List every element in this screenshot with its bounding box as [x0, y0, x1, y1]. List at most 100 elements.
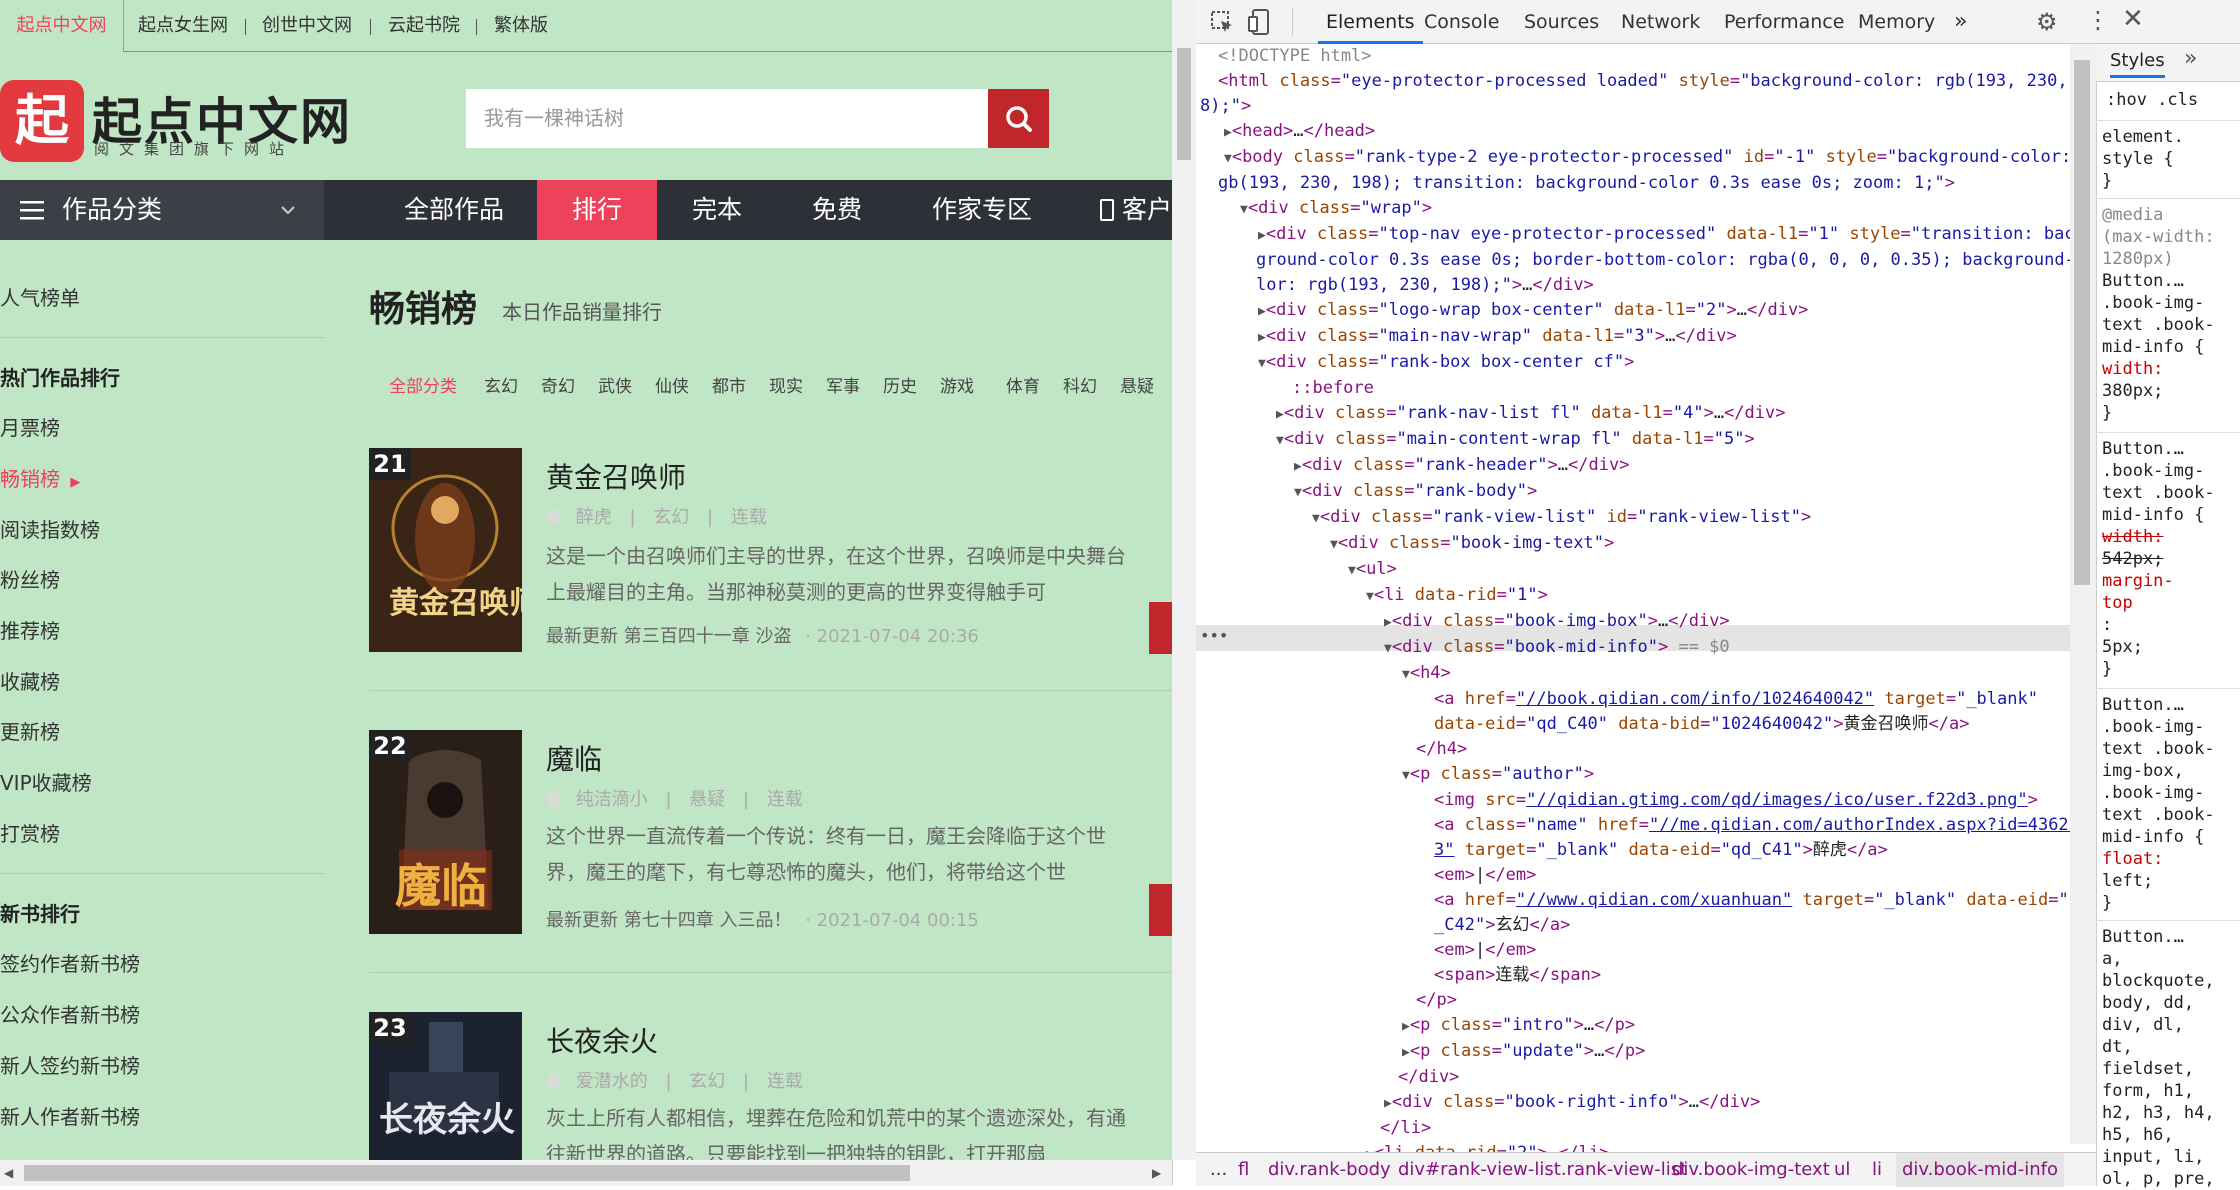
node-actions-icon[interactable]: ••• — [1200, 626, 1228, 645]
nav-all-works[interactable]: 全部作品 — [384, 180, 524, 240]
dom-line[interactable]: <a href="//www.qidian.com/xuanhuan" targ… — [1434, 888, 2098, 913]
style-rule-reset[interactable]: Button.… a, blockquote, body, dd, div, dl, d… — [2102, 926, 2215, 1190]
genre-link[interactable]: 玄幻 — [653, 507, 689, 528]
sidebar-item-newbie-author[interactable]: 新人作者新书榜 — [0, 1101, 140, 1130]
breadcrumb-item-active[interactable]: div.book-mid-info — [1896, 1153, 2064, 1187]
dom-line[interactable]: ▶<p class="intro">…</p> — [1402, 1013, 2098, 1039]
sidebar-item-collect[interactable]: 收藏榜 — [0, 666, 60, 695]
scroll-right-icon[interactable]: ▶ — [1152, 1166, 1161, 1180]
dom-line[interactable]: <em>|</em> — [1434, 938, 2098, 963]
book-cover[interactable]: 黄金召唤师 21 — [369, 448, 522, 652]
tab-console[interactable]: Console — [1424, 0, 1499, 44]
sidebar-item-vip-collect[interactable]: VIP收藏榜 — [0, 767, 92, 796]
topnav-chuangshi[interactable]: 创世中文网 — [262, 0, 352, 52]
search-button[interactable] — [988, 89, 1049, 148]
breadcrumb-item[interactable]: fl — [1238, 1153, 1249, 1187]
filter-xuanyi[interactable]: 悬疑 — [1120, 372, 1154, 397]
page-vertical-scrollbar[interactable] — [1172, 0, 1196, 1160]
dom-line[interactable]: </h4> — [1416, 737, 2098, 762]
dom-line[interactable]: ▼<body class="rank-type-2 eye-protector-… — [1224, 145, 2098, 171]
style-rule-element[interactable]: element. style {} — [2102, 126, 2184, 192]
book-cover[interactable]: 魔临 22 — [369, 730, 522, 934]
sidebar-item-public-new[interactable]: 公众作者新书榜 — [0, 999, 140, 1028]
dom-line[interactable]: ▶<div class="logo-wrap box-center" data-… — [1258, 298, 2098, 324]
genre-link[interactable]: 悬疑 — [689, 789, 725, 810]
author-link[interactable]: 纯洁滴小 — [576, 789, 648, 810]
sidebar-item-reward[interactable]: 打赏榜 — [0, 818, 60, 847]
breadcrumb-item[interactable]: div.book-img-text — [1672, 1153, 1830, 1187]
dom-line[interactable]: ▶<div class="rank-nav-list fl" data-l1="… — [1276, 401, 2098, 427]
book-title[interactable]: 魔临 — [546, 738, 602, 778]
dom-line[interactable]: ▼<div class="rank-view-list" id="rank-vi… — [1312, 505, 2098, 531]
filter-xianshi[interactable]: 现实 — [769, 372, 803, 397]
dom-line[interactable]: ▶<div class="rank-header">…</div> — [1294, 453, 2098, 479]
filter-lishi[interactable]: 历史 — [883, 372, 917, 397]
book-title[interactable]: 黄金召唤师 — [546, 456, 686, 496]
scrollbar-thumb[interactable] — [2074, 60, 2090, 585]
dom-line[interactable]: ▼<div class="rank-box box-center cf"> — [1258, 350, 2098, 376]
sidebar-item-update[interactable]: 更新榜 — [0, 716, 60, 745]
breadcrumb-item[interactable]: ul — [1834, 1153, 1850, 1187]
breadcrumb-item[interactable]: div.rank-body — [1268, 1153, 1391, 1187]
update-chapter[interactable]: 第三百四十一章 沙盗 — [624, 626, 792, 647]
style-rule-float[interactable]: Button.… .book-img-text .book-img-box, .b… — [2102, 694, 2215, 914]
read-button[interactable] — [1149, 602, 1172, 654]
dom-line[interactable]: ::before — [1292, 376, 2098, 401]
filter-wuxia[interactable]: 武侠 — [598, 372, 632, 397]
tab-memory[interactable]: Memory — [1858, 0, 1935, 44]
dom-line[interactable]: </p> — [1416, 988, 2098, 1013]
dom-line[interactable]: <a class="name" href="//me.qidian.com/au… — [1434, 813, 2098, 838]
filter-xuanhuan[interactable]: 玄幻 — [484, 372, 518, 397]
sidebar-item-bestseller[interactable]: 畅销榜 ▶ — [0, 463, 80, 492]
dom-line[interactable]: ▶<head>…</head> — [1224, 119, 2098, 145]
dom-line[interactable]: ▶<div class="book-img-box">…</div> — [1384, 609, 2098, 635]
sidebar-item-fans[interactable]: 粉丝榜 — [0, 564, 60, 593]
book-update[interactable]: 最新更新 第三百四十一章 沙盗 · 2021-07-04 20:36 — [546, 622, 979, 648]
scrollbar-thumb[interactable] — [1177, 48, 1191, 160]
dom-line[interactable]: <em>|</em> — [1434, 863, 2098, 888]
breadcrumb-item[interactable]: div#rank-view-list.rank-view-list — [1398, 1153, 1687, 1187]
dom-line[interactable]: ▼<div class="book-img-text"> — [1330, 531, 2098, 557]
nav-client[interactable]: 客户 — [1100, 180, 1172, 240]
genre-link[interactable]: 玄幻 — [689, 1071, 725, 1092]
dom-line[interactable]: ▶<div class="top-nav eye-protector-proce… — [1258, 222, 2098, 248]
nav-author-zone[interactable]: 作家专区 — [918, 180, 1046, 240]
filter-dushi[interactable]: 都市 — [712, 372, 746, 397]
dom-line[interactable]: ▶<div class="main-nav-wrap" data-l1="3">… — [1258, 324, 2098, 350]
sidebar-item-monthly-ticket[interactable]: 月票榜 — [0, 412, 60, 441]
dom-line[interactable]: </li> — [1380, 1116, 2098, 1141]
tab-styles[interactable]: Styles — [2110, 50, 2165, 78]
scrollbar-thumb[interactable] — [24, 1165, 910, 1181]
search-input[interactable]: 我有一棵神话树 — [466, 89, 989, 148]
breadcrumb-item[interactable]: ... — [1210, 1153, 1227, 1187]
filter-all[interactable]: 全部分类 — [389, 372, 457, 397]
sidebar-item-reading-index[interactable]: 阅读指数榜 — [0, 514, 100, 543]
dom-line[interactable]: ▼<div class="rank-body"> — [1294, 479, 2098, 505]
style-rule-media[interactable]: @media (max-width: 1280px) Button.… .book-i… — [2102, 204, 2215, 424]
dom-line[interactable]: ▼<h4> — [1402, 661, 2098, 687]
dom-line[interactable]: <html class="eye-protector-processed loa… — [1218, 69, 2098, 94]
inspect-icon[interactable] — [1210, 10, 1234, 34]
more-tabs-icon[interactable]: » — [1954, 0, 1967, 44]
scroll-left-icon[interactable]: ◀ — [4, 1166, 13, 1180]
topnav-traditional[interactable]: 繁体版 — [494, 0, 548, 52]
read-button[interactable] — [1149, 884, 1172, 936]
author-link[interactable]: 醉虎 — [576, 507, 612, 528]
sidebar-item-signed-new[interactable]: 签约作者新书榜 — [0, 948, 140, 977]
filter-tiyu[interactable]: 体育 — [1006, 372, 1040, 397]
close-icon[interactable]: ✕ — [2122, 4, 2144, 34]
dom-line[interactable]: ▼<ul> — [1348, 557, 2098, 583]
book-cover[interactable]: 长夜余火 23 — [369, 1012, 522, 1160]
book-title[interactable]: 长夜余火 — [546, 1020, 658, 1060]
more-panes-icon[interactable]: » — [2184, 46, 2197, 71]
dom-line[interactable]: <img src="//qidian.gtimg.com/qd/images/i… — [1434, 788, 2098, 813]
kebab-menu-icon[interactable]: ⋮ — [2086, 6, 2110, 34]
sidebar-item-newbie-signed[interactable]: 新人签约新书榜 — [0, 1050, 140, 1079]
style-rule-overridden[interactable]: Button.… .book-img-text .book-mid-info { … — [2102, 438, 2215, 680]
filter-xianxia[interactable]: 仙侠 — [655, 372, 689, 397]
gear-icon[interactable]: ⚙ — [2036, 8, 2058, 36]
dom-line[interactable]: ▶<div class="book-right-info">…</div> — [1384, 1090, 2098, 1116]
dom-line[interactable]: <span>连载</span> — [1434, 963, 2098, 988]
dom-line[interactable]: <a href="//book.qidian.com/info/10246400… — [1434, 687, 2098, 712]
dom-line[interactable]: ▶<p class="update">…</p> — [1402, 1039, 2098, 1065]
